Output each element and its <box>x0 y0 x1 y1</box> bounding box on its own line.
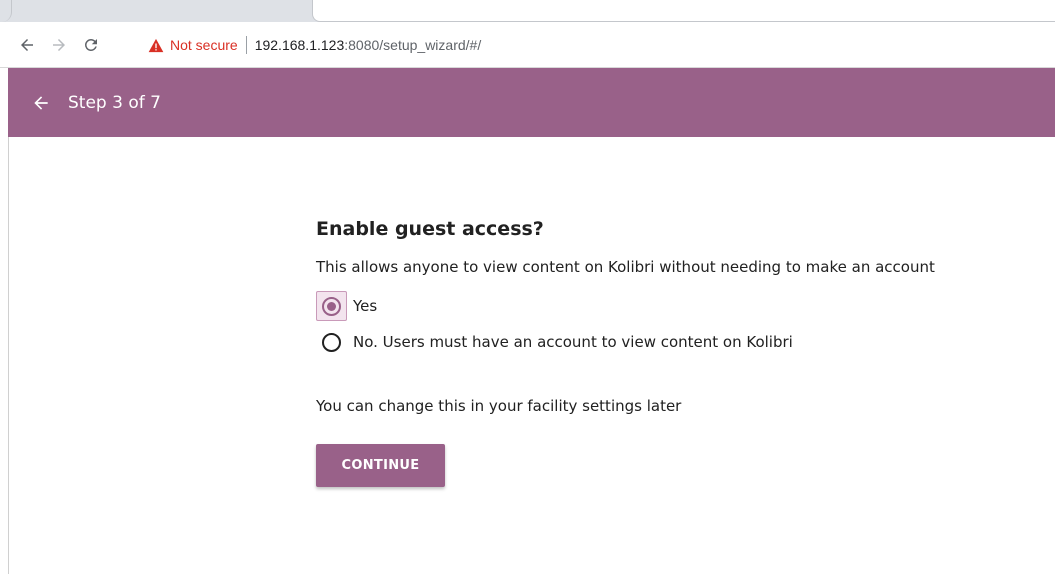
browser-tab-strip <box>0 0 1055 22</box>
guest-access-form: Enable guest access? This allows anyone … <box>316 218 1006 487</box>
address-bar[interactable]: Not secure 192.168.1.123:8080/setup_wiza… <box>148 31 1055 59</box>
page-title: Enable guest access? <box>316 218 544 240</box>
radio-wrap[interactable] <box>316 327 347 357</box>
security-status[interactable]: Not secure <box>170 37 238 53</box>
url-host: 192.168.1.123 <box>254 37 345 53</box>
arrow-right-icon <box>53 39 65 51</box>
back-button[interactable] <box>14 32 40 58</box>
settings-hint: You can change this in your facility set… <box>316 397 682 415</box>
radio-label-no[interactable]: No. Users must have an account to view c… <box>353 333 793 351</box>
tab-edge <box>0 0 12 22</box>
arrow-left-icon <box>21 39 33 51</box>
app-back-button[interactable] <box>30 92 52 114</box>
url-path: :8080/setup_wizard/#/ <box>344 37 482 53</box>
forward-button[interactable] <box>46 32 72 58</box>
page-description: This allows anyone to view content on Ko… <box>316 258 935 276</box>
app-bar: Step 3 of 7 <box>8 68 1055 137</box>
step-indicator: Step 3 of 7 <box>68 92 161 113</box>
radio-option-yes[interactable]: Yes <box>316 291 1006 321</box>
address-separator <box>245 36 247 54</box>
page-left-border <box>8 137 9 574</box>
radio-unchecked-icon[interactable] <box>322 332 341 352</box>
browser-tab[interactable] <box>312 0 1055 22</box>
radio-focus-ring[interactable] <box>316 291 347 321</box>
warning-icon <box>148 38 164 52</box>
radio-checked-icon[interactable] <box>322 296 341 316</box>
reload-button[interactable] <box>78 32 104 58</box>
continue-button[interactable]: CONTINUE <box>316 444 445 487</box>
radio-option-no[interactable]: No. Users must have an account to view c… <box>316 327 1006 357</box>
arrow-left-icon <box>34 95 48 110</box>
reload-icon <box>84 38 97 51</box>
browser-toolbar: Not secure 192.168.1.123:8080/setup_wiza… <box>0 22 1055 68</box>
radio-label-yes[interactable]: Yes <box>353 297 377 315</box>
